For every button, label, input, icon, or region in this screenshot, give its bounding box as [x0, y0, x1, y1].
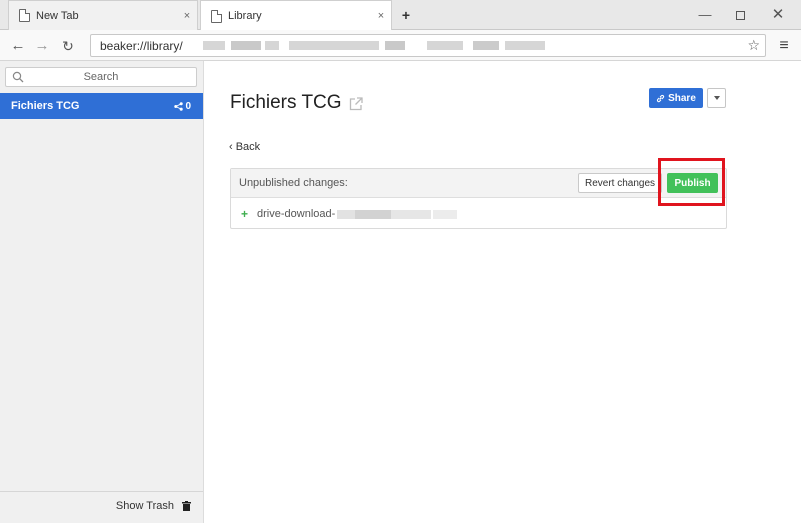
revert-changes-button[interactable]: Revert changes: [578, 173, 662, 193]
redacted-block: [426, 41, 463, 50]
tab-new-tab[interactable]: New Tab ×: [8, 0, 198, 30]
url-bar[interactable]: beaker://library/ ☆: [90, 34, 766, 57]
link-icon: [657, 94, 665, 102]
redacted-block: [355, 209, 392, 219]
sidebar-item-label: Fichiers TCG: [11, 100, 80, 112]
page-icon: [19, 9, 30, 22]
maximize-icon: [735, 11, 745, 21]
share-button[interactable]: Share: [649, 88, 703, 108]
redacted-block: [391, 209, 432, 219]
url-text: beaker://library/: [100, 38, 183, 53]
search-input[interactable]: [6, 68, 196, 86]
redacted-block: [337, 209, 356, 219]
menu-icon[interactable]: ≡: [775, 36, 793, 56]
show-trash-label: Show Trash: [115, 500, 174, 512]
redacted-block: [384, 41, 405, 50]
sidebar: Fichiers TCG 0 Show Trash: [0, 61, 204, 523]
show-trash-button[interactable]: Show Trash: [116, 500, 191, 512]
chevron-down-icon: [713, 96, 720, 100]
redacted-block: [472, 41, 499, 50]
changed-file-name: drive-download-: [257, 208, 336, 220]
forward-arrow-icon[interactable]: →: [32, 36, 52, 56]
changes-label: Unpublished changes:: [239, 177, 348, 189]
tab-close-icon[interactable]: ×: [177, 1, 197, 31]
redacted-block: [264, 41, 279, 50]
archive-title: Fichiers TCG: [230, 92, 342, 113]
list-item: + drive-download-: [241, 207, 458, 221]
tab-title: New Tab: [36, 9, 79, 22]
sidebar-footer: Show Trash: [0, 491, 203, 523]
trash-icon: [182, 501, 191, 511]
redacted-block: [433, 209, 458, 219]
minimize-button[interactable]: —: [685, 0, 725, 30]
page-title: Fichiers TCG: [230, 92, 363, 114]
main-content: Fichiers TCG Share ‹ Back Unpublished ch…: [205, 61, 801, 523]
new-tab-button[interactable]: +: [398, 6, 414, 24]
external-link-icon[interactable]: [349, 97, 363, 111]
search-box: [5, 67, 197, 87]
tab-strip: New Tab × Library × + — ✕: [0, 0, 801, 31]
share-network-icon: [174, 101, 184, 111]
peer-count: 0: [174, 101, 191, 112]
reload-icon[interactable]: ↻: [58, 36, 78, 56]
page-icon: [211, 9, 222, 23]
bookmark-star-icon[interactable]: ☆: [747, 37, 760, 54]
added-plus-icon: +: [241, 207, 249, 221]
tab-close-icon[interactable]: ×: [371, 1, 391, 31]
close-window-button[interactable]: ✕: [758, 0, 798, 30]
tab-library[interactable]: Library ×: [200, 0, 392, 31]
navbar: ← → ↻ beaker://library/ ☆ ≡: [0, 30, 801, 61]
unpublished-changes-panel: Unpublished changes: Revert changes Publ…: [230, 168, 727, 229]
changes-header: Unpublished changes: Revert changes Publ…: [231, 169, 726, 198]
maximize-button[interactable]: [720, 0, 760, 30]
share-label: Share: [668, 92, 696, 104]
back-link[interactable]: ‹ Back: [229, 141, 260, 153]
sidebar-item-fichiers-tcg[interactable]: Fichiers TCG 0: [0, 93, 203, 119]
redacted-block: [504, 41, 545, 50]
redacted-block: [230, 41, 261, 50]
tab-title: Library: [228, 10, 262, 22]
share-options-dropdown[interactable]: [707, 88, 726, 108]
back-arrow-icon[interactable]: ←: [8, 36, 28, 56]
peer-count-value: 0: [185, 100, 191, 112]
publish-highlight-box: [658, 158, 725, 206]
redacted-block: [202, 41, 225, 50]
redacted-block: [288, 41, 379, 50]
